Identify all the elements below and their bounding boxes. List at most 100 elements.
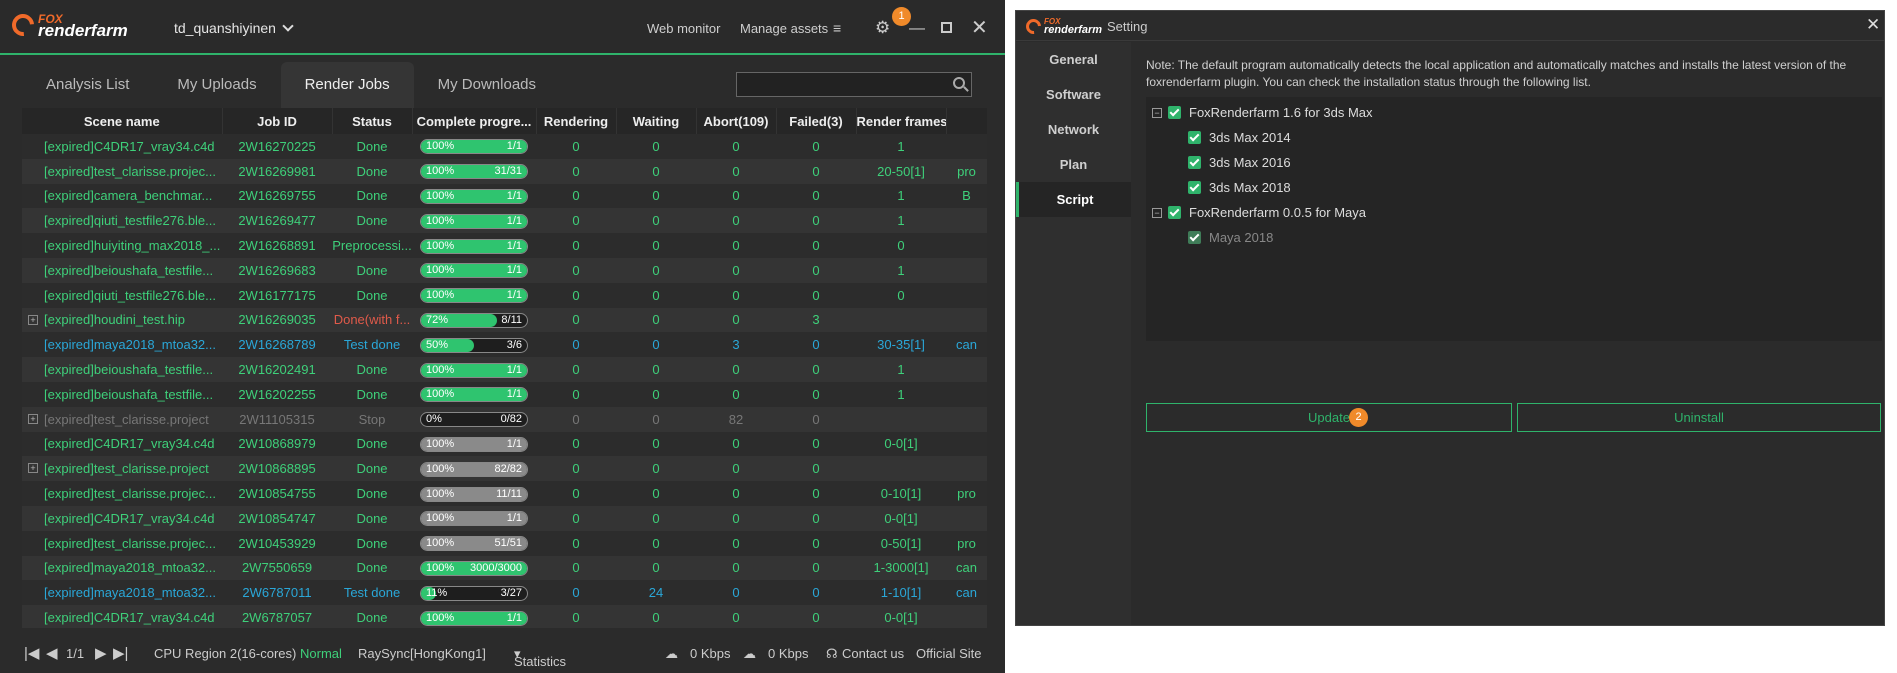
column-header[interactable]: Rendering <box>536 108 617 134</box>
last-page-icon[interactable]: ▶| <box>113 644 128 662</box>
scene-name-cell-text: [expired]beioushafa_testfile... <box>44 362 214 378</box>
table-row[interactable]: [expired]C4DR17_vray34.c4d 2W6787057 Done 1… <box>22 605 987 628</box>
frames-cell-text: 0-50[1] <box>880 535 922 551</box>
tree-node-maya[interactable]: − FoxRenderfarm 0.0.5 for Maya <box>1152 205 1366 220</box>
expand-icon[interactable]: + <box>28 413 38 424</box>
main-window: FOX renderfarm td_quanshiyinen Web monit… <box>0 0 1005 673</box>
column-header[interactable]: Complete progre... <box>412 108 537 134</box>
column-header[interactable]: Failed(3) <box>776 108 857 134</box>
tree-item[interactable]: 3ds Max 2018 <box>1188 180 1291 195</box>
table-row[interactable]: [expired]C4DR17_vray34.c4d 2W10868979 Done… <box>22 431 987 457</box>
column-header[interactable]: Job ID <box>222 108 333 134</box>
table-row[interactable]: [expired]C4DR17_vray34.c4d 2W10854747 Done… <box>22 505 987 531</box>
job-id-cell-text: 2W16268891 <box>238 238 316 254</box>
column-header[interactable]: Render frames <box>856 108 947 134</box>
sidebar-item-general[interactable]: General <box>1016 42 1131 77</box>
table-row[interactable]: [expired]maya2018_mtoa32... 2W16268789 Tes… <box>22 332 987 358</box>
failed-cell: 0 <box>776 257 856 283</box>
logo-mark <box>1022 15 1045 37</box>
status-cell-text: Done <box>356 486 388 502</box>
table-row[interactable]: [expired]maya2018_mtoa32... 2W6787011 Test… <box>22 580 987 606</box>
rendering-cell: 0 <box>536 134 616 159</box>
statistics-dropdown[interactable]: Statistics ▾ <box>514 646 566 669</box>
first-page-icon[interactable]: |◀ <box>24 644 39 662</box>
sidebar-item-script[interactable]: Script <box>1016 182 1131 217</box>
table-row[interactable]: [expired]beioushafa_testfile... 2W1620225… <box>22 381 987 407</box>
checkbox[interactable] <box>1168 206 1181 219</box>
official-site-link[interactable]: Official Site <box>916 646 982 661</box>
table-row[interactable]: [expired]test_clarisse.projec... 2W104539… <box>22 530 987 556</box>
close-icon[interactable]: ✕ <box>971 15 988 40</box>
table-row[interactable]: + [expired]houdini_test.hip 2W16269035 Done… <box>22 307 987 333</box>
abort-cell: 0 <box>696 282 776 308</box>
checkbox[interactable] <box>1188 231 1201 244</box>
column-header[interactable]: Waiting <box>616 108 697 134</box>
failed-cell-text: 0 <box>812 436 820 452</box>
close-icon[interactable]: ✕ <box>1866 15 1880 35</box>
table-row[interactable]: + [expired]test_clarisse.project 2W1110531… <box>22 406 987 432</box>
table-row[interactable]: [expired]qiuti_testfile276.ble... 2W16177… <box>22 282 987 308</box>
sidebar-item-plan[interactable]: Plan <box>1016 147 1131 182</box>
table-row[interactable]: [expired]test_clarisse.projec... 2W162699… <box>22 158 987 184</box>
column-header[interactable]: Scene name <box>22 108 223 134</box>
progress-percent: 72% <box>426 314 449 326</box>
table-row[interactable]: [expired]beioushafa_testfile... 2W1620249… <box>22 357 987 382</box>
collapse-icon[interactable]: − <box>1152 207 1162 218</box>
minimize-icon[interactable]: — <box>909 20 925 38</box>
column-header[interactable]: Status <box>332 108 413 134</box>
checkbox[interactable] <box>1188 156 1201 169</box>
tree-node-3dsmax[interactable]: − FoxRenderfarm 1.6 for 3ds Max <box>1152 105 1373 120</box>
search-input[interactable] <box>736 72 972 97</box>
table-row[interactable]: [expired]C4DR17_vray34.c4d 2W16270225 Done… <box>22 134 987 159</box>
failed-cell: 0 <box>776 282 856 308</box>
table-row[interactable]: [expired]camera_benchmar... 2W16269755 Don… <box>22 183 987 209</box>
abort-cell: 0 <box>696 257 776 283</box>
collapse-icon[interactable]: − <box>1152 107 1162 118</box>
column-header[interactable] <box>946 108 987 134</box>
extra-cell-text: B <box>962 188 971 204</box>
tree-item[interactable]: 3ds Max 2014 <box>1188 130 1291 145</box>
uninstall-button[interactable]: Uninstall <box>1517 403 1881 432</box>
tab-render-jobs[interactable]: Render Jobs <box>280 62 414 108</box>
tab-my-downloads[interactable]: My Downloads <box>414 62 560 108</box>
manage-assets-link[interactable]: Manage assets <box>740 21 828 36</box>
prev-page-icon[interactable]: ◀ <box>46 644 58 662</box>
checkbox[interactable] <box>1168 106 1181 119</box>
search-icon[interactable] <box>953 77 965 89</box>
table-row[interactable]: [expired]maya2018_mtoa32... 2W7550659 Done… <box>22 555 987 581</box>
status-cell: Done <box>332 381 412 407</box>
table-row[interactable]: [expired]beioushafa_testfile... 2W1626968… <box>22 257 987 283</box>
table-row[interactable]: + [expired]test_clarisse.project 2W1086889… <box>22 456 987 482</box>
scene-name-cell-text: [expired]qiuti_testfile276.ble... <box>44 213 216 229</box>
maximize-icon[interactable] <box>941 22 952 33</box>
jobs-table: Scene name Job ID Status Complete progre...… <box>22 108 987 628</box>
sidebar-item-network[interactable]: Network <box>1016 112 1131 147</box>
contact-us-link[interactable]: Contact us <box>842 646 904 661</box>
progress-bar: 100% 1/1 <box>420 189 528 205</box>
tree-item[interactable]: Maya 2018 <box>1188 230 1273 245</box>
expand-icon[interactable]: + <box>28 314 38 325</box>
web-monitor-link[interactable]: Web monitor <box>647 21 720 36</box>
rendering-cell: 0 <box>536 605 616 628</box>
table-row[interactable]: [expired]test_clarisse.projec... 2W108547… <box>22 481 987 506</box>
progress-bar: 11% 3/27 <box>420 585 528 601</box>
table-row[interactable]: [expired]qiuti_testfile276.ble... 2W16269… <box>22 208 987 234</box>
table-row[interactable]: [expired]huiyiting_max2018_... 2W16268891… <box>22 233 987 258</box>
sidebar-item-software[interactable]: Software <box>1016 77 1131 112</box>
next-page-icon[interactable]: ▶ <box>95 644 107 662</box>
gear-icon[interactable]: ⚙ <box>875 18 890 38</box>
progress-fraction: 3/27 <box>500 586 522 599</box>
checkbox[interactable] <box>1188 131 1201 144</box>
tab-analysis-list[interactable]: Analysis List <box>22 62 153 108</box>
abort-cell-text: 0 <box>732 362 740 378</box>
tree-item[interactable]: 3ds Max 2016 <box>1188 155 1291 170</box>
progress-cell: 100% 1/1 <box>412 605 536 628</box>
user-dropdown[interactable]: td_quanshiyinen <box>174 20 294 36</box>
download-speed: 0 Kbps <box>768 646 809 661</box>
checkbox[interactable] <box>1188 181 1201 194</box>
extra-cell: can <box>946 332 987 358</box>
update-button[interactable]: Update <box>1146 403 1512 432</box>
expand-icon[interactable]: + <box>28 463 38 474</box>
tab-my-uploads[interactable]: My Uploads <box>153 62 280 108</box>
column-header[interactable]: Abort(109) <box>696 108 777 134</box>
